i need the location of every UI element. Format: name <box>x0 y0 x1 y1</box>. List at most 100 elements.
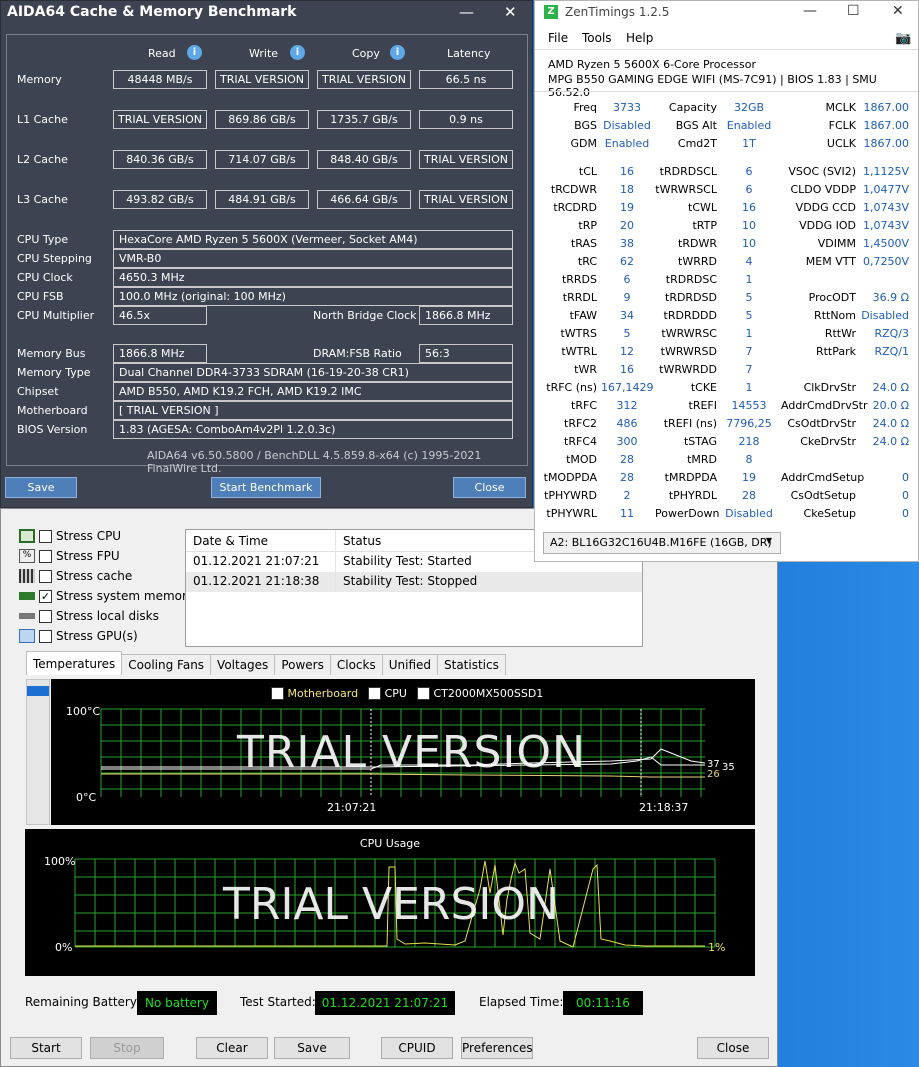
memory-read: 48448 MB/s <box>113 70 207 89</box>
timing-value: 218 <box>738 435 760 448</box>
stress-cpu-option[interactable]: Stress CPU <box>19 527 121 545</box>
timing-value: 24.0 Ω <box>872 417 909 430</box>
timing-value: 16 <box>620 363 634 376</box>
l1-row-label: L1 Cache <box>17 113 68 126</box>
start-button[interactable]: Start <box>10 1037 82 1059</box>
legend-ssd[interactable]: ✓ CT2000MX500SSD1 <box>416 687 543 700</box>
benchmark-panel: Read i Write i Copy i Latency Memory 484… <box>6 34 528 475</box>
close-stability-button[interactable]: Close <box>697 1037 769 1059</box>
stress-disks-option[interactable]: Stress local disks <box>19 607 159 625</box>
tab-powers[interactable]: Powers <box>274 654 331 675</box>
timing-value: 32GB <box>733 101 765 114</box>
close-button[interactable]: Close <box>453 477 526 498</box>
stress-memory-checkbox[interactable]: ✓ <box>39 589 52 603</box>
timing-label: tCKE <box>690 381 717 394</box>
l3-write: 484.91 GB/s <box>215 190 309 209</box>
timing-value: 16 <box>620 165 634 178</box>
cpuid-button[interactable]: CPUID <box>381 1037 453 1059</box>
cpu-clock-label: CPU Clock <box>17 271 73 284</box>
timing-value: 38 <box>620 237 634 250</box>
stress-gpu-checkbox[interactable] <box>39 629 52 643</box>
cpu-stepping-label: CPU Stepping <box>17 252 92 265</box>
read-info-icon[interactable]: i <box>187 45 202 60</box>
timing-value: 3733 <box>613 101 641 114</box>
tab-cooling-fans[interactable]: Cooling Fans <box>121 654 212 675</box>
maximize-icon[interactable]: ☐ <box>847 3 860 19</box>
tab-voltages[interactable]: Voltages <box>210 654 276 675</box>
menu-file[interactable]: File <box>548 31 568 45</box>
stress-memory-option[interactable]: ✓ Stress system memory <box>19 587 194 605</box>
menu-divider <box>535 49 918 50</box>
temperature-graph: ✓ Motherboard ✓ CPU ✓ CT2000MX500SSD1 10… <box>51 679 755 825</box>
timing-value: Enabled <box>726 119 772 132</box>
timing-label: tPHYRDL <box>668 489 717 502</box>
log-date: 01.12.2021 21:18:38 <box>186 572 336 592</box>
fpu-icon: % <box>19 549 35 563</box>
tab-unified[interactable]: Unified <box>381 654 438 675</box>
tab-statistics[interactable]: Statistics <box>437 654 506 675</box>
timing-label: tRCDRD <box>553 201 597 214</box>
timing-value: 10 <box>742 219 756 232</box>
cpu-multiplier-value: 46.5x <box>113 306 207 325</box>
x-axis-start: 21:07:21 <box>327 801 377 814</box>
cpu-icon <box>19 529 35 543</box>
trial-watermark: TRIAL VERSION <box>223 879 559 930</box>
screenshot-icon[interactable]: 📷 <box>895 31 911 46</box>
save-log-button[interactable]: Save <box>274 1037 350 1059</box>
clear-button[interactable]: Clear <box>196 1037 268 1059</box>
log-status: Stability Test: Stopped <box>343 574 478 588</box>
elapsed-time-label: Elapsed Time: <box>479 995 564 1009</box>
stress-cpu-checkbox[interactable] <box>39 529 52 543</box>
minimize-icon[interactable]: — <box>803 3 817 19</box>
timing-label: tRDRDSC <box>665 273 717 286</box>
timing-value: 6 <box>623 273 631 286</box>
disk-icon <box>19 613 35 619</box>
legend-checkbox: ✓ <box>416 687 430 700</box>
legend-cpu[interactable]: ✓ CPU <box>368 687 407 700</box>
timing-label: tRDWR <box>678 237 717 250</box>
timing-value: 0 <box>902 489 909 502</box>
graph-scrollbar[interactable] <box>26 679 50 825</box>
stress-cache-option[interactable]: Stress cache <box>19 567 132 585</box>
close-icon[interactable]: ✕ <box>892 3 904 19</box>
timing-label: CsOdtDrvStr <box>787 417 856 430</box>
stop-button[interactable]: Stop <box>90 1037 164 1059</box>
dimm-selector[interactable]: A2: BL16G32C16U4B.M16FE (16GB, DR) ▼ <box>543 532 781 554</box>
scrollbar-thumb[interactable] <box>27 686 49 696</box>
legend-motherboard[interactable]: ✓ Motherboard <box>271 687 358 700</box>
timing-label: CsOdtSetup <box>790 489 856 502</box>
close-icon[interactable]: ✕ <box>504 3 517 21</box>
x-axis-end: 21:18:37 <box>639 801 689 814</box>
timing-value: 167,1429 <box>601 381 654 394</box>
write-info-icon[interactable]: i <box>290 45 305 60</box>
timing-label: tWRRD <box>678 255 717 268</box>
l2-row-label: L2 Cache <box>17 153 68 166</box>
memory-latency: 66.5 ns <box>419 70 513 89</box>
stress-fpu-option[interactable]: % Stress FPU <box>19 547 120 565</box>
start-benchmark-button[interactable]: Start Benchmark <box>211 477 321 498</box>
tab-temperatures[interactable]: Temperatures <box>26 651 123 675</box>
cpu-usage-graph: CPU Usage 100% 0% 1% TRIAL VERSION <box>25 829 755 976</box>
timing-label: tRFC <box>571 399 597 412</box>
copy-info-icon[interactable]: i <box>390 45 405 60</box>
menu-tools[interactable]: Tools <box>582 31 612 45</box>
status-header[interactable]: Status <box>336 530 388 551</box>
stress-fpu-checkbox[interactable] <box>39 549 52 563</box>
tab-clocks[interactable]: Clocks <box>329 654 383 675</box>
timing-label: Freq <box>573 101 597 114</box>
stress-disks-checkbox[interactable] <box>39 609 52 623</box>
menu-help[interactable]: Help <box>626 31 653 45</box>
copy-header: Copy <box>352 47 380 60</box>
minimize-icon[interactable]: — <box>459 3 474 21</box>
timing-value: 7796,25 <box>726 417 772 430</box>
date-time-header[interactable]: Date & Time <box>186 530 336 551</box>
stress-gpu-option[interactable]: Stress GPU(s) <box>19 627 138 645</box>
preferences-button[interactable]: Preferences <box>461 1037 533 1059</box>
log-row[interactable]: 01.12.2021 21:18:38 Stability Test: Stopp… <box>186 572 642 592</box>
timing-value: RZQ/3 <box>874 327 909 340</box>
timing-label: tFAW <box>569 309 597 322</box>
save-button[interactable]: Save <box>5 477 77 498</box>
l3-copy: 466.64 GB/s <box>317 190 411 209</box>
stress-cache-checkbox[interactable] <box>39 569 52 583</box>
cpu-fsb-value: 100.0 MHz (original: 100 MHz) <box>113 287 513 306</box>
